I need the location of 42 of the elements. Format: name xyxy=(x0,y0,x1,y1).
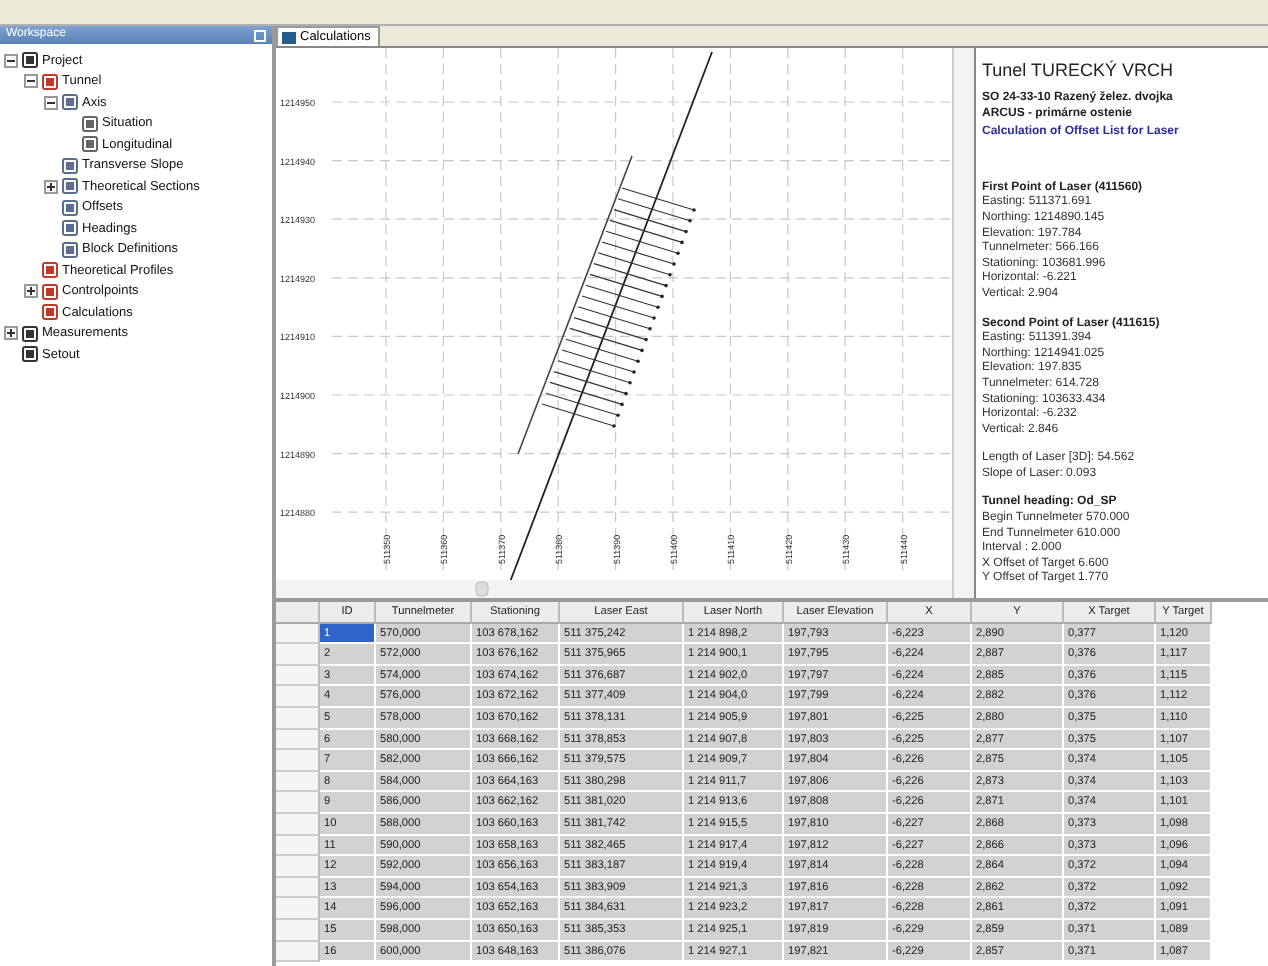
node-icon xyxy=(42,73,58,90)
row-header[interactable] xyxy=(276,771,320,793)
collapse-toggle[interactable] xyxy=(44,95,58,110)
row-header[interactable] xyxy=(276,919,320,941)
row-header[interactable] xyxy=(276,665,320,687)
row-header[interactable] xyxy=(276,750,320,772)
row-header[interactable] xyxy=(276,898,320,920)
report-title: Tunel TURECKÝ VRCH xyxy=(982,60,1176,82)
node-icon xyxy=(42,304,58,321)
node-icon xyxy=(62,220,78,237)
node-icon xyxy=(62,178,78,195)
row-header[interactable] xyxy=(276,813,320,836)
row-header[interactable] xyxy=(276,686,320,708)
node-icon xyxy=(42,262,58,279)
row-header[interactable] xyxy=(276,729,320,751)
row-header[interactable] xyxy=(276,644,320,666)
expand-toggle[interactable] xyxy=(44,179,58,194)
collapse-toggle[interactable] xyxy=(4,53,18,68)
collapse-toggle[interactable] xyxy=(24,74,38,89)
node-icon xyxy=(82,115,98,132)
expand-toggle[interactable] xyxy=(24,284,38,299)
node-icon xyxy=(82,136,98,153)
row-header[interactable] xyxy=(276,835,320,857)
row-header[interactable] xyxy=(276,877,320,899)
row-header[interactable] xyxy=(276,941,320,963)
node-icon xyxy=(22,52,38,69)
close-icon[interactable] xyxy=(254,29,266,41)
row-header[interactable] xyxy=(276,792,320,814)
node-icon xyxy=(62,94,78,111)
node-icon xyxy=(22,346,38,363)
node-icon xyxy=(62,241,78,258)
horizontal-scrollbar[interactable] xyxy=(276,580,952,598)
row-header[interactable] xyxy=(276,623,320,645)
expand-toggle[interactable] xyxy=(4,326,18,341)
node-icon xyxy=(42,283,58,300)
node-icon xyxy=(62,199,78,216)
header-corner[interactable] xyxy=(276,602,320,624)
node-icon xyxy=(62,157,78,174)
row-header[interactable] xyxy=(276,707,320,730)
node-icon xyxy=(22,325,38,342)
vertical-scrollbar[interactable] xyxy=(952,48,974,598)
row-header[interactable] xyxy=(276,856,320,878)
